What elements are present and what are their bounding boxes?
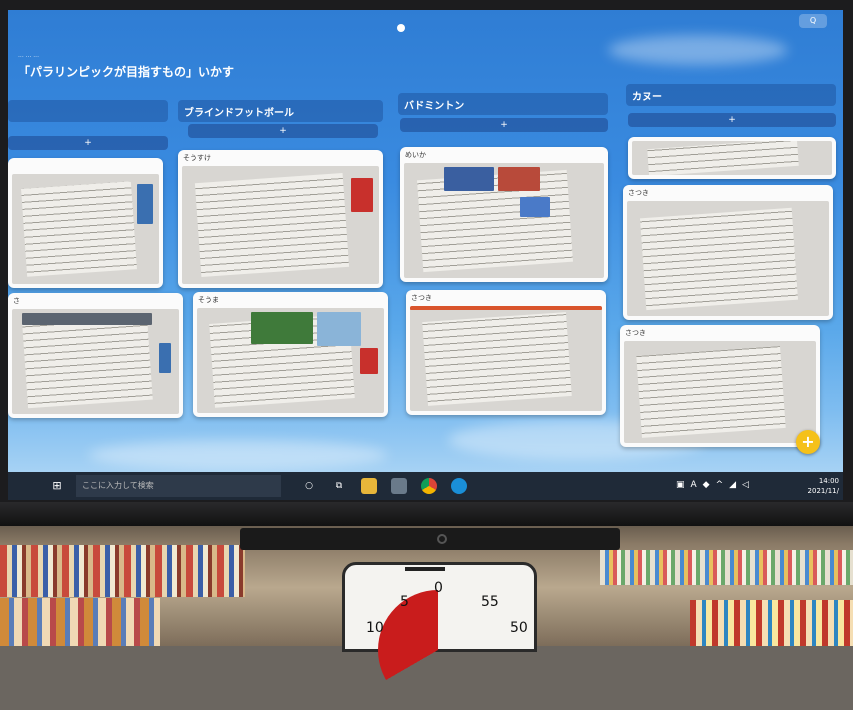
card-author: そうま [198, 296, 219, 304]
card-photo [632, 141, 832, 175]
timer-knob [405, 567, 445, 571]
webcam-icon [437, 534, 447, 544]
taskbar-search-input[interactable]: ここに入力して検索 [76, 475, 281, 497]
card-author [8, 158, 163, 172]
timer-label: 50 [510, 620, 528, 636]
monitor-bezel [0, 502, 853, 526]
clock[interactable]: 14:00 2021/11/ [808, 476, 839, 496]
edge-icon[interactable] [451, 478, 467, 494]
file-explorer-icon[interactable] [361, 478, 377, 494]
search-button[interactable]: Q [799, 14, 827, 28]
cortana-icon[interactable]: ○ [301, 478, 317, 494]
card-photo [197, 308, 384, 413]
column-header-badminton[interactable]: バドミントン [398, 93, 608, 115]
books-left [0, 545, 245, 597]
post-card[interactable] [628, 137, 836, 179]
system-tray-icons[interactable]: ▣A◆^◢◁ [676, 480, 755, 490]
post-card[interactable]: めいか [400, 147, 608, 282]
books-right-lower [690, 600, 853, 646]
timer-remaining-wedge [378, 590, 498, 710]
add-post-fab[interactable]: + [796, 430, 820, 454]
card-photo [404, 163, 604, 278]
card-photo [12, 174, 159, 284]
post-card[interactable]: さ [8, 293, 183, 418]
post-card[interactable]: そうすけ [178, 150, 383, 288]
books-left-lower [0, 598, 160, 646]
card-author: そうすけ [183, 154, 211, 162]
column-header-blind-football[interactable]: ブラインドフットボール [178, 100, 383, 122]
post-card[interactable]: さつき [623, 185, 833, 320]
board-title: 「パラリンピックが目指すもの」いかす [18, 65, 235, 79]
card-author: めいか [405, 151, 426, 159]
post-card[interactable] [8, 158, 163, 288]
board-header: ... ... ... 「パラリンピックが目指すもの」いかす [18, 52, 234, 82]
add-post-button[interactable]: + [628, 113, 836, 127]
clock-date: 2021/11/ [807, 487, 839, 495]
card-author: さつき [625, 329, 646, 337]
add-post-button[interactable]: + [8, 136, 168, 150]
monitor: Q ... ... ... 「パラリンピックが目指すもの」いかす ブラインドフッ… [0, 0, 853, 526]
timer-label: 0 [434, 580, 443, 596]
breadcrumb: ... ... ... [18, 52, 39, 59]
post-card[interactable]: そうま [193, 292, 388, 417]
timer-label: 55 [481, 594, 499, 610]
card-photo [182, 166, 379, 284]
column-header[interactable] [8, 100, 168, 122]
post-card[interactable]: さつき [620, 325, 820, 447]
card-photo [410, 306, 602, 411]
add-post-button[interactable]: + [400, 118, 608, 132]
post-card[interactable]: さつき [406, 290, 606, 415]
camera-icon[interactable] [391, 478, 407, 494]
card-photo [624, 341, 816, 443]
cloud [88, 440, 388, 470]
column-header-canoe[interactable]: カヌー [626, 84, 836, 106]
books-right [600, 550, 853, 585]
windows-start-icon[interactable]: ⊞ [46, 475, 68, 497]
camera-bar [240, 528, 620, 550]
cloud [608, 35, 788, 65]
timer-label: 10 [366, 620, 384, 636]
card-author: さつき [628, 189, 649, 197]
card-photo [12, 309, 179, 414]
taskbar: ⊞ ここに入力して検索 ○ ⧉ ▣A◆^◢◁ 14:00 2021/11/ [8, 472, 843, 500]
timer-label: 5 [400, 594, 409, 610]
card-author: さつき [411, 294, 432, 302]
add-post-button[interactable]: + [188, 124, 378, 138]
card-photo [627, 201, 829, 316]
task-view-icon[interactable]: ⧉ [331, 478, 347, 494]
pin-icon [397, 24, 405, 32]
card-author: さ [13, 297, 20, 305]
chrome-icon[interactable] [421, 478, 437, 494]
clock-time: 14:00 [818, 477, 839, 485]
screen: Q ... ... ... 「パラリンピックが目指すもの」いかす ブラインドフッ… [8, 10, 843, 500]
